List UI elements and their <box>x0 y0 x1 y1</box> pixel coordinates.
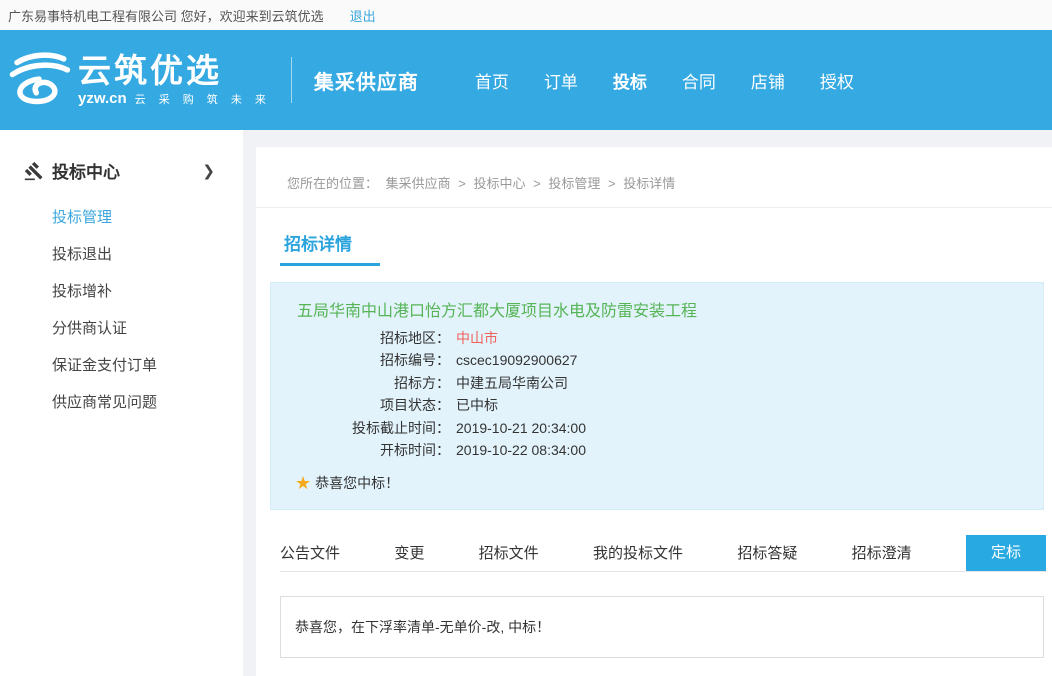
header-divider <box>291 57 292 103</box>
sidebar-section-title: 投标中心 <box>52 158 202 183</box>
field-value-bid-opening-time: 2019-10-22 08:34:00 <box>456 439 586 461</box>
congrats-line: ★ 恭喜您中标！ <box>295 473 1019 493</box>
breadcrumb-item-bid-detail: 投标详情 <box>623 176 675 191</box>
tab-tender-files[interactable]: 招标文件 <box>479 537 539 571</box>
field-row-project-status: 项目状态： 已中标 <box>295 394 1019 416</box>
content-card: 您所在的位置： 集采供应商 > 投标中心 > 投标管理 > 投标详情 招标详情 … <box>256 147 1052 676</box>
content-wrap: 您所在的位置： 集采供应商 > 投标中心 > 投标管理 > 投标详情 招标详情 … <box>243 130 1052 676</box>
breadcrumb-prefix: 您所在的位置： <box>287 176 378 191</box>
field-row-bid-opening-time: 开标时间： 2019-10-22 08:34:00 <box>295 439 1019 461</box>
tab-announcement-files[interactable]: 公告文件 <box>280 537 340 571</box>
sidebar-item-deposit-payment-orders[interactable]: 保证金支付订单 <box>0 347 243 384</box>
field-value-tender-number: cscec19092900627 <box>456 349 577 371</box>
logout-link[interactable]: 退出 <box>350 6 376 25</box>
sidebar: 投标中心 ❯ 投标管理 投标退出 投标增补 分供商认证 保证金支付订单 供应商常… <box>0 130 243 676</box>
welcome-text: 广东易事特机电工程有限公司 您好，欢迎来到云筑优选 <box>8 6 324 25</box>
brand-logo[interactable]: 云筑优选 yzw.cn 云 采 购 筑 未 来 <box>6 50 271 110</box>
tab-changes[interactable]: 变更 <box>394 537 424 571</box>
field-row-region: 招标地区： 中山市 <box>295 327 1019 349</box>
field-label: 招标地区： <box>295 327 450 349</box>
sidebar-item-subsupplier-certification[interactable]: 分供商认证 <box>0 310 243 347</box>
sidebar-section-bid-center[interactable]: 投标中心 ❯ <box>0 158 243 183</box>
main-header: 云筑优选 yzw.cn 云 采 购 筑 未 来 集采供应商 首页 订单 投标 合… <box>0 30 1052 130</box>
star-icon: ★ <box>295 474 311 492</box>
nav-item-bidding[interactable]: 投标 <box>613 68 647 93</box>
breadcrumb-item-supplier[interactable]: 集采供应商 <box>386 176 451 191</box>
tab-award[interactable]: 定标 <box>966 535 1046 571</box>
detail-tabs: 公告文件 变更 招标文件 我的投标文件 招标答疑 招标澄清 定标 <box>280 536 1046 572</box>
main-nav: 首页 订单 投标 合同 店铺 授权 <box>475 68 854 93</box>
sidebar-item-bid-management[interactable]: 投标管理 <box>0 199 243 236</box>
nav-item-home[interactable]: 首页 <box>475 68 509 93</box>
project-title: 五局华南中山港口怡方汇都大厦项目水电及防雷安装工程 <box>297 297 1019 321</box>
brand-subline: yzw.cn 云 采 购 筑 未 来 <box>78 90 271 107</box>
field-label: 投标截止时间： <box>295 417 450 439</box>
portal-title: 集采供应商 <box>314 66 419 95</box>
breadcrumb-item-bid-management[interactable]: 投标管理 <box>548 176 600 191</box>
nav-item-contracts[interactable]: 合同 <box>682 68 716 93</box>
tab-tender-clarification[interactable]: 招标澄清 <box>852 537 912 571</box>
breadcrumb-separator: > <box>608 176 616 191</box>
breadcrumb-separator: > <box>533 176 541 191</box>
page-title-tender-detail: 招标详情 <box>280 226 380 266</box>
nav-item-shop[interactable]: 店铺 <box>751 68 785 93</box>
sidebar-item-supplier-faq[interactable]: 供应商常见问题 <box>0 384 243 421</box>
field-value-tenderer: 中建五局华南公司 <box>456 372 568 394</box>
sidebar-item-bid-supplement[interactable]: 投标增补 <box>0 273 243 310</box>
congrats-text: 恭喜您中标！ <box>315 473 399 493</box>
field-value-project-status: 已中标 <box>456 394 498 416</box>
tab-tender-qa[interactable]: 招标答疑 <box>737 537 797 571</box>
tender-info-panel: 五局华南中山港口怡方汇都大厦项目水电及防雷安装工程 招标地区： 中山市 招标编号… <box>270 282 1044 510</box>
field-value-bid-deadline: 2019-10-21 20:34:00 <box>456 417 586 439</box>
topbar: 广东易事特机电工程有限公司 您好，欢迎来到云筑优选 退出 <box>0 0 1052 30</box>
brand-domain: yzw.cn <box>78 90 127 107</box>
breadcrumb: 您所在的位置： 集采供应商 > 投标中心 > 投标管理 > 投标详情 <box>256 147 1052 208</box>
field-label: 招标方： <box>295 372 450 394</box>
tab-my-bid-files[interactable]: 我的投标文件 <box>593 537 683 571</box>
brand-slogan: 云 采 购 筑 未 来 <box>135 91 271 107</box>
sidebar-item-bid-withdraw[interactable]: 投标退出 <box>0 236 243 273</box>
chevron-right-icon: ❯ <box>202 162 215 180</box>
sidebar-menu: 投标管理 投标退出 投标增补 分供商认证 保证金支付订单 供应商常见问题 <box>0 199 243 421</box>
field-row-bid-deadline: 投标截止时间： 2019-10-21 20:34:00 <box>295 417 1019 439</box>
field-row-tenderer: 招标方： 中建五局华南公司 <box>295 372 1019 394</box>
award-result-message: 恭喜您，在下浮率清单-无单价-改, 中标！ <box>295 619 550 635</box>
main-area: 投标中心 ❯ 投标管理 投标退出 投标增补 分供商认证 保证金支付订单 供应商常… <box>0 130 1052 676</box>
nav-item-authorization[interactable]: 授权 <box>820 68 854 93</box>
cloud-logo-icon <box>6 50 72 110</box>
nav-item-orders[interactable]: 订单 <box>544 68 578 93</box>
field-label: 开标时间： <box>295 439 450 461</box>
breadcrumb-separator: > <box>458 176 466 191</box>
field-value-region: 中山市 <box>456 327 498 349</box>
breadcrumb-item-bid-center[interactable]: 投标中心 <box>474 176 526 191</box>
gavel-icon <box>24 161 44 181</box>
field-row-tender-number: 招标编号： cscec19092900627 <box>295 349 1019 371</box>
field-label: 项目状态： <box>295 394 450 416</box>
award-result-box: 恭喜您，在下浮率清单-无单价-改, 中标！ <box>280 596 1044 658</box>
brand-name: 云筑优选 <box>78 54 271 88</box>
field-label: 招标编号： <box>295 349 450 371</box>
